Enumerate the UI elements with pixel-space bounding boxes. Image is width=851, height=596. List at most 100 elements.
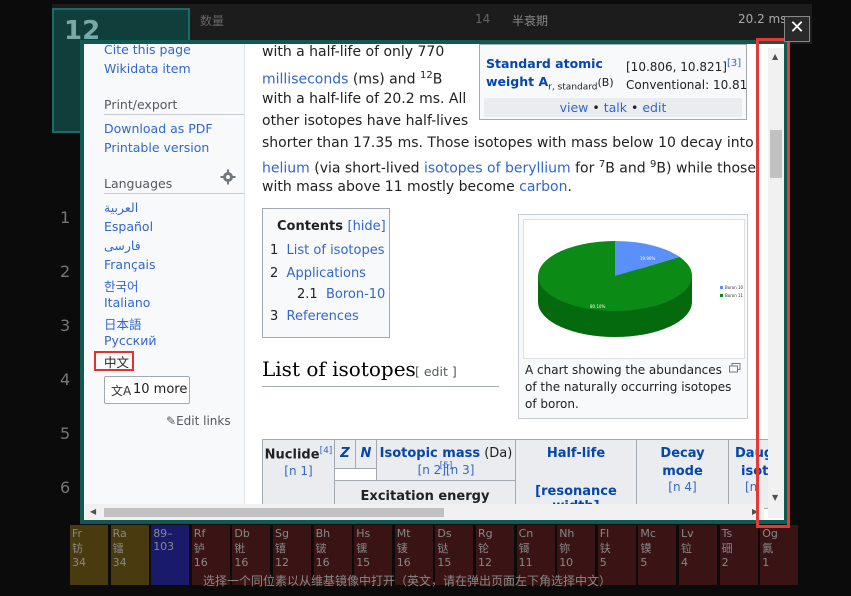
lang-spanish-link[interactable]: Español bbox=[104, 219, 153, 234]
article-line: helium (via short-lived isotopes of bery… bbox=[262, 155, 756, 179]
article-content: with a half-life of only 770 millisecond… bbox=[245, 44, 784, 520]
background-cell-num: 10 bbox=[559, 556, 574, 569]
edit-links-link[interactable]: ✎Edit links bbox=[166, 414, 231, 428]
background-cell-sym: Rg bbox=[478, 527, 493, 540]
settings-gear-icon[interactable] bbox=[220, 169, 236, 185]
background-period-6: 6 bbox=[60, 478, 71, 497]
background-cell-num: 16 bbox=[396, 556, 411, 569]
wiki-popup-frame: Cite this page Wikidata item Print/expor… bbox=[84, 44, 784, 520]
lang-french-link[interactable]: Français bbox=[104, 257, 156, 272]
isotopic-mass-link[interactable]: Isotopic mass bbox=[380, 446, 480, 461]
horizontal-scrollbar-thumb[interactable] bbox=[104, 508, 444, 517]
pie-label-boron-11: 80.10% bbox=[590, 304, 605, 309]
languages-heading: Languages bbox=[104, 176, 173, 191]
download-pdf-link[interactable]: Download as PDF bbox=[104, 121, 213, 136]
z-label: Z bbox=[340, 446, 350, 461]
section-edit-link[interactable]: [ edit ] bbox=[415, 364, 457, 379]
background-cell-sym: Cn bbox=[518, 527, 534, 540]
lang-persian-link[interactable]: فارسی bbox=[104, 238, 141, 253]
more-languages-button[interactable]: 文A 10 more bbox=[104, 376, 190, 404]
background-cell-num: 5 bbox=[640, 556, 648, 569]
lang-korean-link[interactable]: 한국어 bbox=[104, 276, 139, 295]
col-header-nuclide: Nuclide[4] [n 1] bbox=[262, 439, 335, 509]
col-header-half-life: Half-life [resonance width] bbox=[515, 439, 637, 514]
pencil-icon: ✎ bbox=[166, 414, 177, 428]
nuclide-note-link[interactable]: [n 1] bbox=[263, 464, 334, 478]
excitation-label: Excitation energy bbox=[360, 489, 490, 504]
conventional-weight: Conventional: 10.81 bbox=[626, 78, 748, 92]
isotopes-of-beryllium-link[interactable]: isotopes of beryllium bbox=[424, 161, 571, 177]
close-popup-button[interactable]: ✕ bbox=[784, 16, 810, 42]
view-template-link[interactable]: view bbox=[560, 100, 589, 115]
background-cell-name: 𬬻 bbox=[193, 542, 205, 555]
background-cell-name: 鿭 bbox=[559, 542, 571, 555]
abundance-pie-chart[interactable]: 19.90% 80.10% Boron 10 Boron 11 bbox=[523, 219, 745, 359]
toc-heading: Contents [hide] bbox=[277, 219, 386, 234]
lang-italian-link[interactable]: Italiano bbox=[104, 295, 150, 310]
background-cell-sym: Nh bbox=[559, 527, 575, 540]
article-line: shorter than 17.35 ms. Those isotopes wi… bbox=[262, 135, 754, 151]
toc-item[interactable]: 2 Applications bbox=[270, 266, 366, 281]
background-cell-name: 鿫 bbox=[762, 542, 774, 555]
background-cell-name: 镭 bbox=[112, 542, 124, 555]
col-header-isotopic-mass: Isotopic mass (Da)[5] [n 2][n 3] bbox=[376, 439, 516, 481]
half-life-link[interactable]: Half-life bbox=[516, 446, 636, 461]
background-cell-sym: Rf bbox=[193, 527, 206, 540]
nuclide-ref-link[interactable]: [4] bbox=[320, 446, 333, 456]
toc-title: Contents bbox=[277, 219, 343, 234]
background-period-2: 2 bbox=[60, 262, 71, 281]
toc-label: Applications bbox=[286, 266, 366, 281]
standard-atomic-weight-label[interactable]: Standard atomic weight Ar, standard(B) bbox=[486, 55, 614, 97]
printable-version-link[interactable]: Printable version bbox=[104, 140, 209, 155]
background-period-3: 3 bbox=[60, 316, 71, 335]
legend-label-boron-11: Boron 11 bbox=[725, 293, 744, 298]
toc-item[interactable]: 1 List of isotopes bbox=[270, 243, 384, 258]
infobox-navbar: view • talk • edit bbox=[484, 98, 742, 117]
background-cell-sym: Mc bbox=[640, 527, 656, 540]
more-languages-label: 10 more bbox=[133, 382, 188, 397]
scroll-left-arrow-icon[interactable]: ◀ bbox=[90, 507, 96, 516]
mode-link[interactable]: mode bbox=[637, 464, 728, 479]
edit-template-link[interactable]: edit bbox=[642, 100, 666, 115]
carbon-link[interactable]: carbon bbox=[519, 179, 567, 195]
wikidata-link[interactable]: Wikidata item bbox=[104, 61, 191, 76]
background-cell-name: 镆 bbox=[640, 542, 652, 555]
cite-page-link[interactable]: Cite this page bbox=[104, 44, 191, 57]
milliseconds-link[interactable]: milliseconds bbox=[262, 72, 348, 88]
section-underline bbox=[262, 386, 499, 387]
article-text: (ms) and bbox=[348, 71, 420, 88]
toc-number: 1 bbox=[270, 243, 279, 258]
infobox-ref-link[interactable]: [3] bbox=[727, 58, 741, 69]
lang-arabic-link[interactable]: العربية bbox=[104, 200, 138, 215]
background-element-cell: Ra 镭 34 bbox=[110, 525, 149, 585]
background-cell-name: 𬬭 bbox=[478, 542, 489, 555]
helium-link[interactable]: helium bbox=[262, 161, 310, 177]
decay-link[interactable]: Decay bbox=[637, 446, 728, 461]
infobox-subscript: r, standard bbox=[548, 82, 598, 93]
lang-russian-link[interactable]: Русский bbox=[104, 333, 156, 348]
talk-template-link[interactable]: talk bbox=[604, 100, 627, 115]
toc-number: 2 bbox=[270, 266, 279, 281]
legend-label-boron-10: Boron 10 bbox=[725, 285, 744, 290]
toc-item[interactable]: 3 References bbox=[270, 309, 359, 324]
background-cell-sym: Ra bbox=[112, 527, 127, 540]
toc-item[interactable]: 2.1 Boron-10 bbox=[297, 287, 385, 302]
background-row-value: 14 bbox=[475, 12, 491, 26]
translate-icon: 文A bbox=[111, 384, 132, 398]
lang-japanese-link[interactable]: 日本語 bbox=[104, 314, 142, 333]
isotopic-mass-notes-link[interactable]: [n 2][n 3] bbox=[377, 463, 515, 477]
table-of-contents: Contents [hide] 1 List of isotopes 2 App… bbox=[262, 208, 390, 338]
background-cell-sym: 89– bbox=[153, 527, 173, 540]
background-element-cell: Og 鿫 1 bbox=[760, 525, 799, 585]
toc-hide-toggle[interactable]: [hide] bbox=[348, 219, 386, 234]
background-element-cell: Lv 𫟷 4 bbox=[679, 525, 717, 585]
horizontal-scrollbar[interactable]: ◀ ▶ bbox=[84, 504, 764, 520]
background-cell-sym: Db bbox=[234, 527, 250, 540]
decay-note-link[interactable]: [n 4] bbox=[637, 480, 728, 494]
background-cell-name: 𫟼 bbox=[437, 542, 449, 555]
col-header-n[interactable]: N bbox=[355, 439, 377, 469]
col-header-z[interactable]: Z bbox=[334, 439, 356, 469]
section-heading: List of isotopes bbox=[262, 357, 416, 381]
background-cell-sym: Og bbox=[762, 527, 778, 540]
background-cell-sym: Ds bbox=[437, 527, 452, 540]
